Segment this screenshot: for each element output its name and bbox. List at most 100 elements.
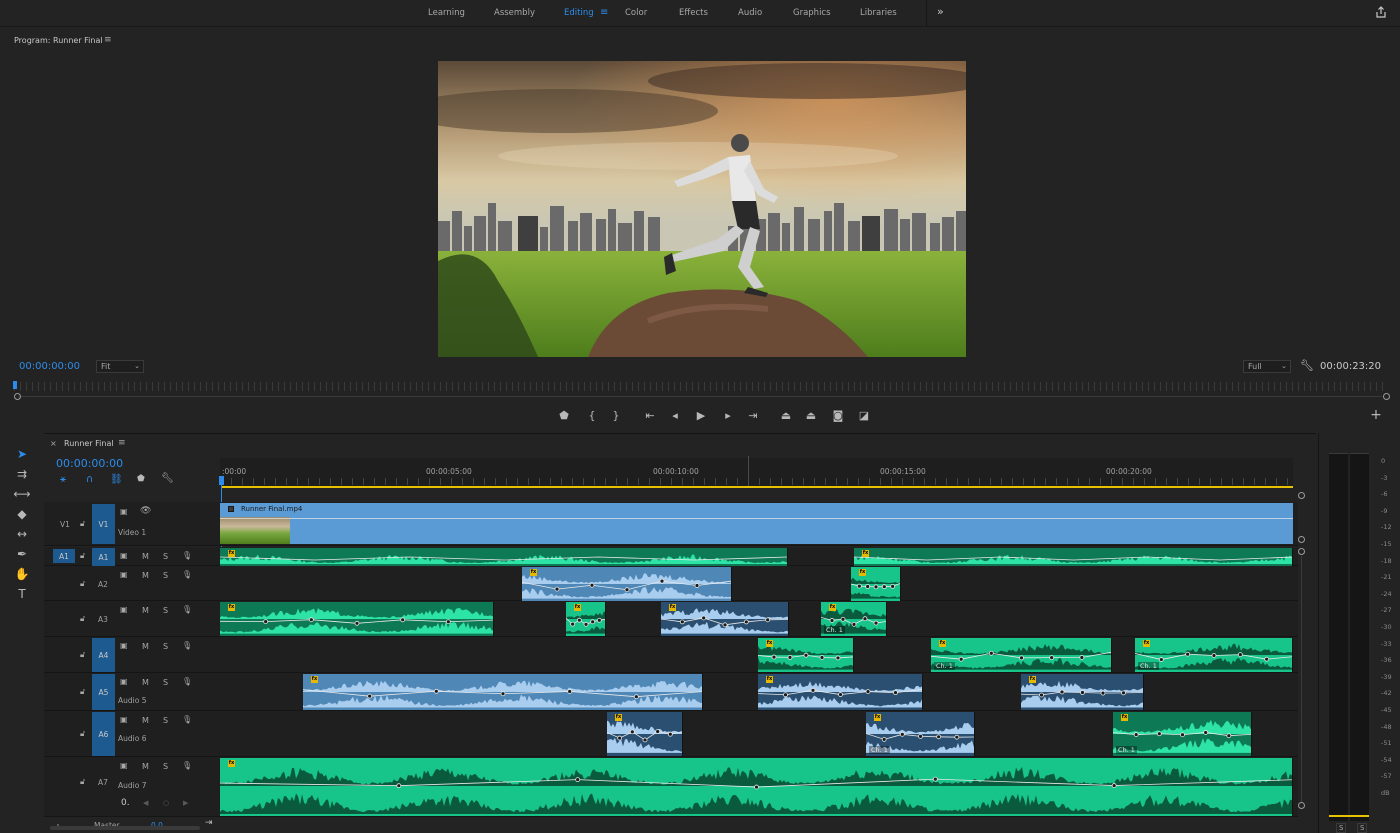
keyframe[interactable] bbox=[589, 582, 595, 588]
audio-clip[interactable]: fx bbox=[661, 602, 789, 636]
keyframe[interactable] bbox=[583, 621, 589, 627]
keyframe[interactable] bbox=[932, 776, 938, 782]
tab-editing[interactable]: Editing bbox=[564, 8, 594, 18]
sync-lock-icon[interactable]: ▣ bbox=[120, 677, 128, 686]
keyframe[interactable] bbox=[1264, 656, 1270, 662]
lock-icon[interactable]: 🔓︎ bbox=[80, 687, 85, 697]
razor-icon[interactable]: ◆ bbox=[14, 506, 30, 522]
keyframe[interactable] bbox=[694, 583, 700, 588]
source-a1[interactable]: A1 bbox=[53, 549, 75, 563]
microphone-icon[interactable]: 🎙︎ bbox=[182, 570, 192, 579]
solo-left-button[interactable]: S bbox=[1336, 823, 1347, 833]
lock-icon[interactable]: 🔓︎ bbox=[80, 519, 85, 529]
step-forward-button[interactable]: ▸ bbox=[720, 407, 736, 423]
track-name-v1[interactable]: Video 1 bbox=[118, 528, 146, 537]
close-icon[interactable]: × bbox=[50, 439, 57, 448]
keyframe[interactable] bbox=[851, 621, 857, 627]
keyframe[interactable] bbox=[722, 622, 728, 628]
keyframe[interactable] bbox=[617, 735, 623, 741]
extract-button[interactable]: ⏏ bbox=[803, 407, 819, 423]
solo-button[interactable]: S bbox=[163, 762, 168, 771]
snap-icon[interactable]: ∩ bbox=[86, 474, 93, 485]
keyframe[interactable] bbox=[701, 615, 707, 621]
target-a7[interactable]: A7 bbox=[98, 778, 108, 787]
keyframe[interactable] bbox=[633, 694, 639, 700]
program-playhead[interactable] bbox=[13, 381, 17, 389]
keyframe[interactable] bbox=[1100, 690, 1106, 696]
solo-button[interactable]: S bbox=[163, 678, 168, 687]
lock-icon[interactable]: 🔓︎ bbox=[80, 650, 85, 660]
solo-button[interactable]: S bbox=[163, 571, 168, 580]
keyframe[interactable] bbox=[1039, 692, 1044, 698]
keyframe[interactable] bbox=[873, 584, 879, 590]
fx-badge-icon[interactable]: fx bbox=[1143, 640, 1150, 647]
solo-right-button[interactable]: S bbox=[1357, 823, 1368, 833]
audio-clip[interactable]: fx Ch. 1 bbox=[821, 602, 887, 636]
microphone-icon[interactable]: 🎙︎ bbox=[182, 677, 192, 686]
vscroll-handle[interactable] bbox=[1298, 536, 1305, 543]
go-to-end-icon[interactable]: ⇥ bbox=[205, 818, 213, 828]
timeline-timecode[interactable]: 00:00:00:00 bbox=[56, 457, 123, 470]
resolution-dropdown[interactable]: Full ⌄ bbox=[1243, 360, 1291, 373]
lock-icon[interactable]: 🔓︎ bbox=[80, 777, 85, 787]
keyframe[interactable] bbox=[899, 731, 905, 737]
sequence-tab[interactable]: Runner Final bbox=[64, 439, 114, 448]
keyframe[interactable] bbox=[1121, 690, 1126, 696]
solo-button[interactable]: S bbox=[163, 642, 168, 651]
target-a3[interactable]: A3 bbox=[98, 615, 108, 624]
solo-button[interactable]: S bbox=[163, 552, 168, 561]
mute-button[interactable]: M bbox=[142, 678, 149, 687]
keyframe[interactable] bbox=[954, 734, 960, 740]
mute-button[interactable]: M bbox=[142, 642, 149, 651]
keyframe[interactable] bbox=[783, 692, 788, 698]
comparison-view-button[interactable]: ◪ bbox=[856, 407, 872, 423]
fx-badge-icon[interactable]: fx bbox=[530, 569, 537, 576]
selection-tool-icon[interactable]: ➤ bbox=[14, 446, 30, 462]
keyframe[interactable] bbox=[856, 583, 862, 589]
audio-clip[interactable]: fx Ch. 1 bbox=[931, 638, 1112, 672]
video-clip[interactable]: Runner Final.mp4 bbox=[220, 503, 1293, 544]
fx-badge-icon[interactable]: fx bbox=[1121, 714, 1128, 721]
mute-button[interactable]: M bbox=[142, 606, 149, 615]
type-icon[interactable]: T bbox=[14, 586, 30, 602]
keyframe[interactable] bbox=[829, 618, 835, 623]
keyframe[interactable] bbox=[659, 578, 665, 584]
keyframe[interactable] bbox=[596, 617, 602, 623]
keyframe[interactable] bbox=[590, 619, 596, 625]
go-to-out-button[interactable]: ⇥ bbox=[745, 407, 761, 423]
keyframe[interactable] bbox=[570, 621, 576, 627]
program-timecode[interactable]: 00:00:00:00 bbox=[19, 361, 80, 372]
keyframe[interactable] bbox=[1133, 732, 1139, 737]
microphone-icon[interactable]: 🎙︎ bbox=[182, 641, 192, 650]
microphone-icon[interactable]: 🎙︎ bbox=[182, 761, 192, 770]
step-back-button[interactable]: ◂ bbox=[667, 407, 683, 423]
fx-badge-icon[interactable]: fx bbox=[862, 550, 869, 557]
add-button[interactable]: + bbox=[1368, 407, 1384, 423]
keyframe[interactable] bbox=[500, 691, 506, 697]
workspace-menu-icon[interactable]: ≡ bbox=[600, 7, 608, 18]
track-name-a7[interactable]: Audio 7 bbox=[118, 781, 146, 790]
keyframe[interactable] bbox=[840, 616, 846, 622]
fx-badge-icon[interactable]: fx bbox=[228, 604, 235, 611]
mute-button[interactable]: M bbox=[142, 716, 149, 725]
target-a6[interactable]: A6 bbox=[92, 712, 115, 756]
track-name-a6[interactable]: Audio 6 bbox=[118, 734, 146, 743]
audio-clip[interactable]: fx bbox=[566, 602, 606, 636]
fx-badge-icon[interactable]: fx bbox=[939, 640, 946, 647]
tab-assembly[interactable]: Assembly bbox=[494, 8, 535, 18]
keyframe[interactable] bbox=[873, 620, 879, 626]
keyframe[interactable] bbox=[1049, 655, 1055, 661]
camera-icon[interactable]: ◙ bbox=[830, 407, 846, 423]
keyframe[interactable] bbox=[1080, 690, 1085, 695]
sync-lock-icon[interactable]: ▣ bbox=[120, 551, 128, 560]
opacity-rubberband[interactable] bbox=[220, 518, 1293, 519]
volume-rubberband[interactable] bbox=[854, 556, 1293, 561]
sync-lock-icon[interactable]: ▣ bbox=[120, 715, 128, 724]
more-workspaces-icon[interactable]: » bbox=[937, 5, 944, 18]
sync-lock-icon[interactable]: ▣ bbox=[120, 761, 128, 770]
audio-clip[interactable]: fx bbox=[607, 712, 683, 756]
keyframe[interactable] bbox=[445, 619, 451, 625]
keyframe[interactable] bbox=[881, 584, 887, 590]
fx-badge-icon[interactable]: fx bbox=[829, 604, 836, 611]
microphone-icon[interactable]: 🎙︎ bbox=[182, 605, 192, 614]
